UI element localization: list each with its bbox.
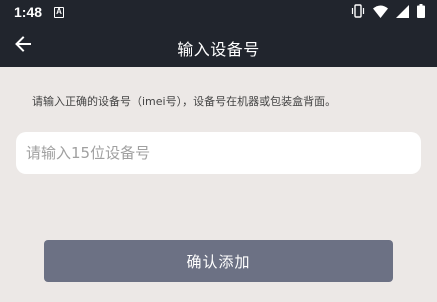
vibrate-icon	[351, 3, 365, 22]
device-number-input[interactable]	[16, 132, 421, 174]
status-time: 1:48	[14, 4, 43, 20]
instruction-text: 请输入正确的设备号（imei号），设备号在机器或包装盒背面。	[32, 95, 337, 108]
app-bar: 输入设备号	[0, 25, 437, 67]
page-title: 输入设备号	[177, 40, 260, 59]
confirm-add-button[interactable]: 确认添加	[44, 240, 393, 282]
status-icons	[351, 3, 425, 22]
status-bar: 1:48 A	[0, 0, 437, 25]
wifi-icon	[373, 3, 388, 22]
battery-icon	[417, 3, 425, 22]
signal-icon	[396, 3, 409, 22]
notification-app-icon: A	[54, 7, 64, 18]
